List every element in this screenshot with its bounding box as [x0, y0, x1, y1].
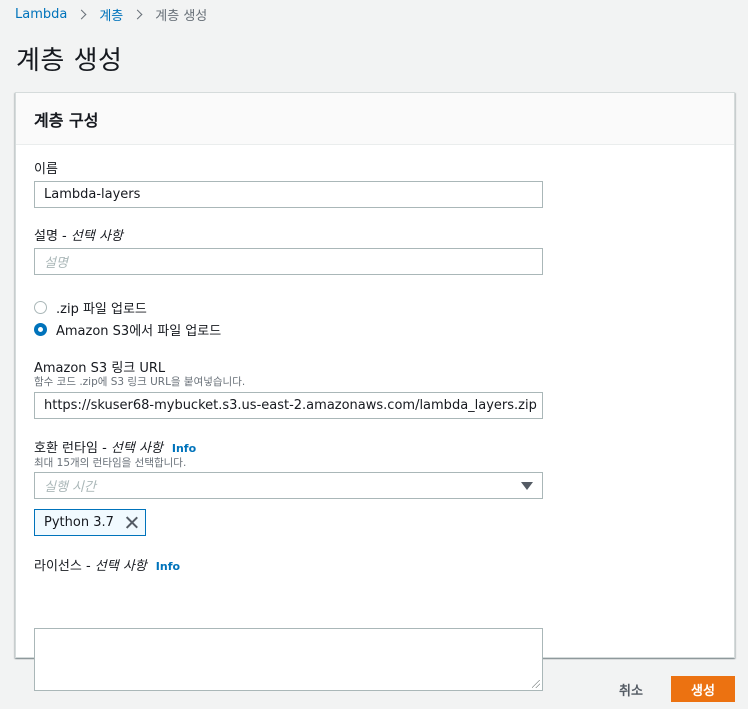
resize-handle-icon[interactable] — [532, 680, 540, 688]
create-button[interactable]: 생성 — [671, 676, 735, 702]
runtimes-select[interactable]: 실행 시간 — [34, 472, 543, 499]
description-label: 설명 - 선택 사항 — [34, 225, 123, 244]
runtimes-hint: 최대 15개의 런타임을 선택합니다. — [34, 457, 187, 469]
name-label: 이름 — [34, 162, 58, 177]
cancel-button[interactable]: 취소 — [606, 676, 656, 702]
upload-zip-label: .zip 파일 업로드 — [56, 302, 147, 317]
panel-title: 계층 구성 — [34, 110, 99, 130]
panel-header: 계층 구성 — [16, 93, 734, 145]
chevron-right-icon — [132, 9, 143, 19]
radio-unchecked-icon[interactable] — [34, 301, 47, 314]
upload-zip-option[interactable]: .zip 파일 업로드 — [34, 298, 147, 317]
radio-checked-icon[interactable] — [34, 323, 47, 336]
runtimes-info-link[interactable]: Info — [172, 442, 196, 455]
chevron-right-icon — [76, 9, 87, 19]
license-label-text: 라이선스 - — [34, 559, 95, 574]
runtime-token-label: Python 3.7 — [44, 515, 114, 530]
upload-s3-option[interactable]: Amazon S3에서 파일 업로드 — [34, 320, 221, 339]
layer-config-panel: 계층 구성 이름 Lambda-layers 설명 - 선택 사항 설명 .zi… — [15, 92, 735, 691]
breadcrumb-current: 계층 생성 — [155, 8, 208, 24]
runtimes-label-text: 호환 런타임 - — [34, 441, 111, 456]
optional-text: 선택 사항 — [70, 229, 123, 244]
optional-text: 선택 사항 — [94, 559, 147, 574]
runtimes-label: 호환 런타임 - 선택 사항 Info — [34, 437, 196, 456]
license-textarea[interactable] — [34, 628, 543, 691]
breadcrumb-layers[interactable]: 계층 — [99, 5, 123, 24]
breadcrumb: Lambda 계층 계층 생성 — [15, 5, 208, 24]
name-input[interactable]: Lambda-layers — [34, 181, 543, 208]
s3-url-input[interactable]: https://skuser68-mybucket.s3.us-east-2.a… — [34, 392, 543, 419]
close-icon[interactable] — [125, 516, 138, 529]
optional-text: 선택 사항 — [110, 441, 163, 456]
breadcrumb-lambda[interactable]: Lambda — [15, 7, 67, 22]
page-title: 계층 생성 — [16, 46, 123, 76]
upload-s3-label: Amazon S3에서 파일 업로드 — [56, 324, 222, 339]
description-input[interactable]: 설명 — [34, 248, 543, 275]
runtime-token: Python 3.7 — [34, 509, 146, 536]
license-info-link[interactable]: Info — [156, 560, 180, 573]
license-label: 라이선스 - 선택 사항 Info — [34, 555, 180, 574]
s3-url-hint: 함수 코드 .zip에 S3 링크 URL을 붙여넣습니다. — [34, 376, 246, 388]
runtimes-placeholder: 실행 시간 — [44, 480, 96, 495]
caret-down-icon — [521, 481, 533, 490]
description-label-text: 설명 - — [34, 229, 71, 244]
